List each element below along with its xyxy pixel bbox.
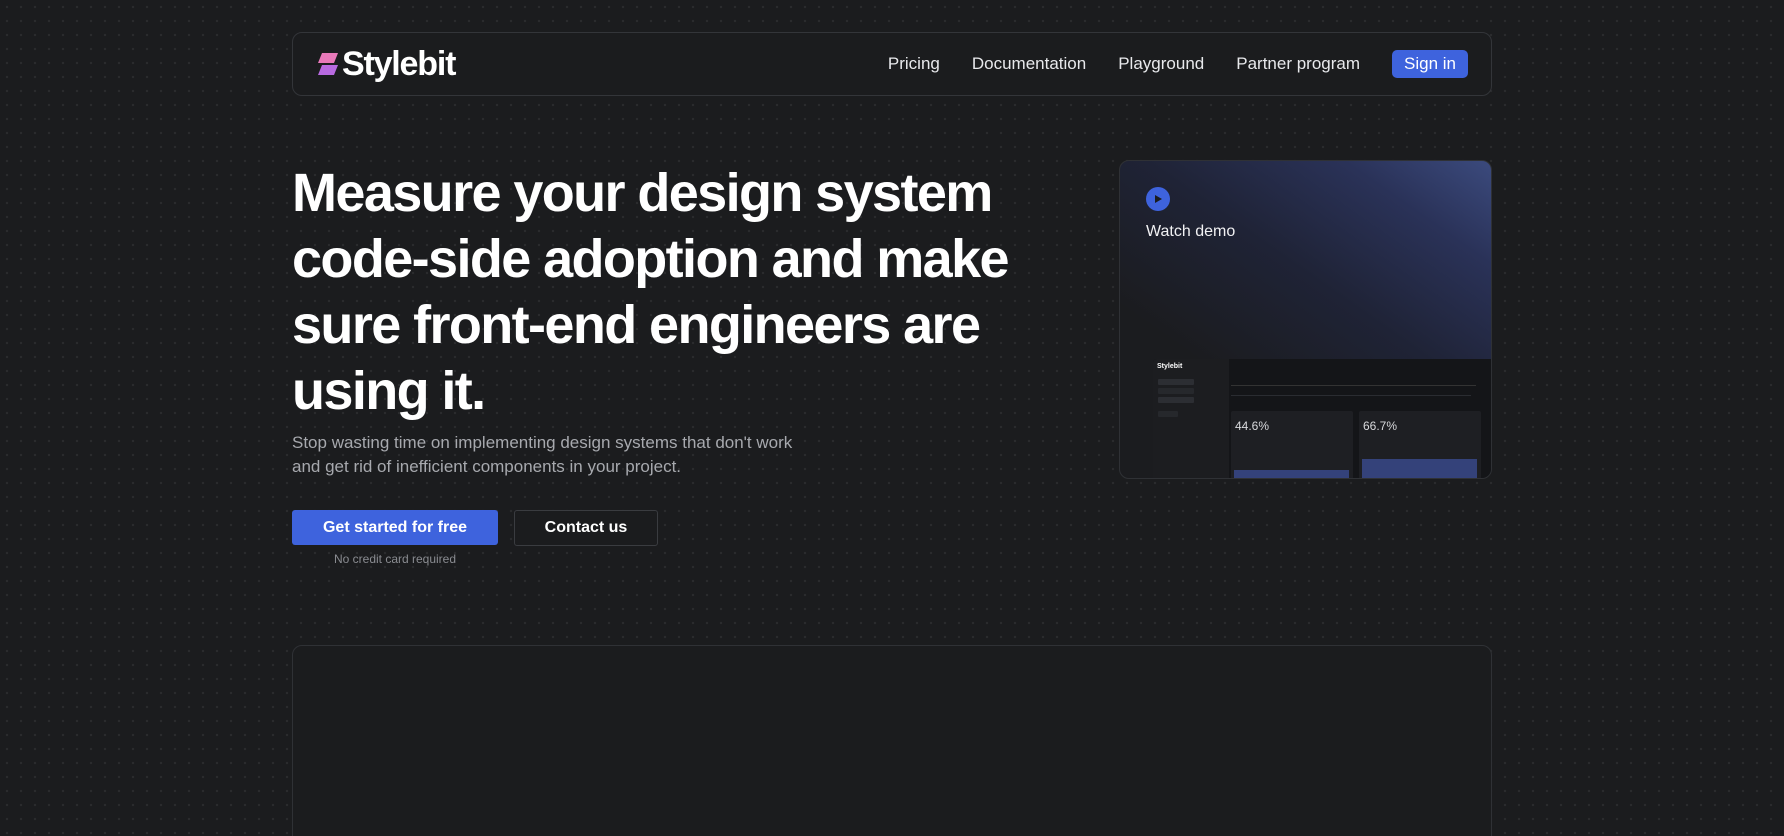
nav-link-playground[interactable]: Playground (1118, 54, 1204, 74)
preview-sidebar-item (1158, 411, 1178, 417)
watch-demo-label: Watch demo (1146, 223, 1236, 240)
preview-stat-value: 44.6% (1235, 419, 1270, 433)
preview-divider (1231, 385, 1476, 386)
nav-link-documentation[interactable]: Documentation (972, 54, 1086, 74)
preview-stat-bar (1362, 459, 1477, 478)
sign-in-button[interactable]: Sign in (1392, 50, 1468, 78)
preview-sidebar-item (1158, 388, 1194, 394)
preview-stat-value: 66.7% (1363, 419, 1398, 433)
feature-panel (292, 645, 1492, 836)
preview-progress-track (1231, 395, 1471, 396)
nav-links: Pricing Documentation Playground Partner… (888, 50, 1468, 78)
no-credit-card-note: No credit card required (333, 552, 457, 566)
hero-subtitle: Stop wasting time on implementing design… (292, 433, 793, 476)
preview-logo: Stylebit (1157, 363, 1183, 370)
contact-us-button[interactable]: Contact us (514, 510, 658, 546)
watch-demo-card[interactable]: Watch demo Stylebit 44.6% 66.7% (1119, 160, 1492, 479)
top-navbar: Stylebit Pricing Documentation Playgroun… (292, 32, 1492, 96)
preview-sidebar-item (1158, 379, 1194, 385)
stylebit-logo-icon (318, 53, 338, 75)
brand-name: Stylebit (342, 44, 456, 83)
preview-stat-bar (1234, 469, 1349, 478)
logo[interactable]: Stylebit (316, 44, 456, 84)
hero-title: Measure your design system code-side ado… (292, 163, 1010, 421)
nav-link-partner-program[interactable]: Partner program (1236, 54, 1360, 74)
app-preview: Stylebit 44.6% 66.7% (1153, 359, 1491, 478)
nav-link-pricing[interactable]: Pricing (888, 54, 940, 74)
get-started-button[interactable]: Get started for free (292, 510, 498, 545)
play-icon[interactable] (1146, 187, 1170, 211)
preview-sidebar-item (1158, 397, 1194, 403)
preview-stat-card: 44.6% (1231, 411, 1353, 478)
preview-sidebar: Stylebit (1153, 359, 1229, 478)
play-triangle-icon (1155, 195, 1162, 203)
preview-stat-card: 66.7% (1359, 411, 1481, 478)
